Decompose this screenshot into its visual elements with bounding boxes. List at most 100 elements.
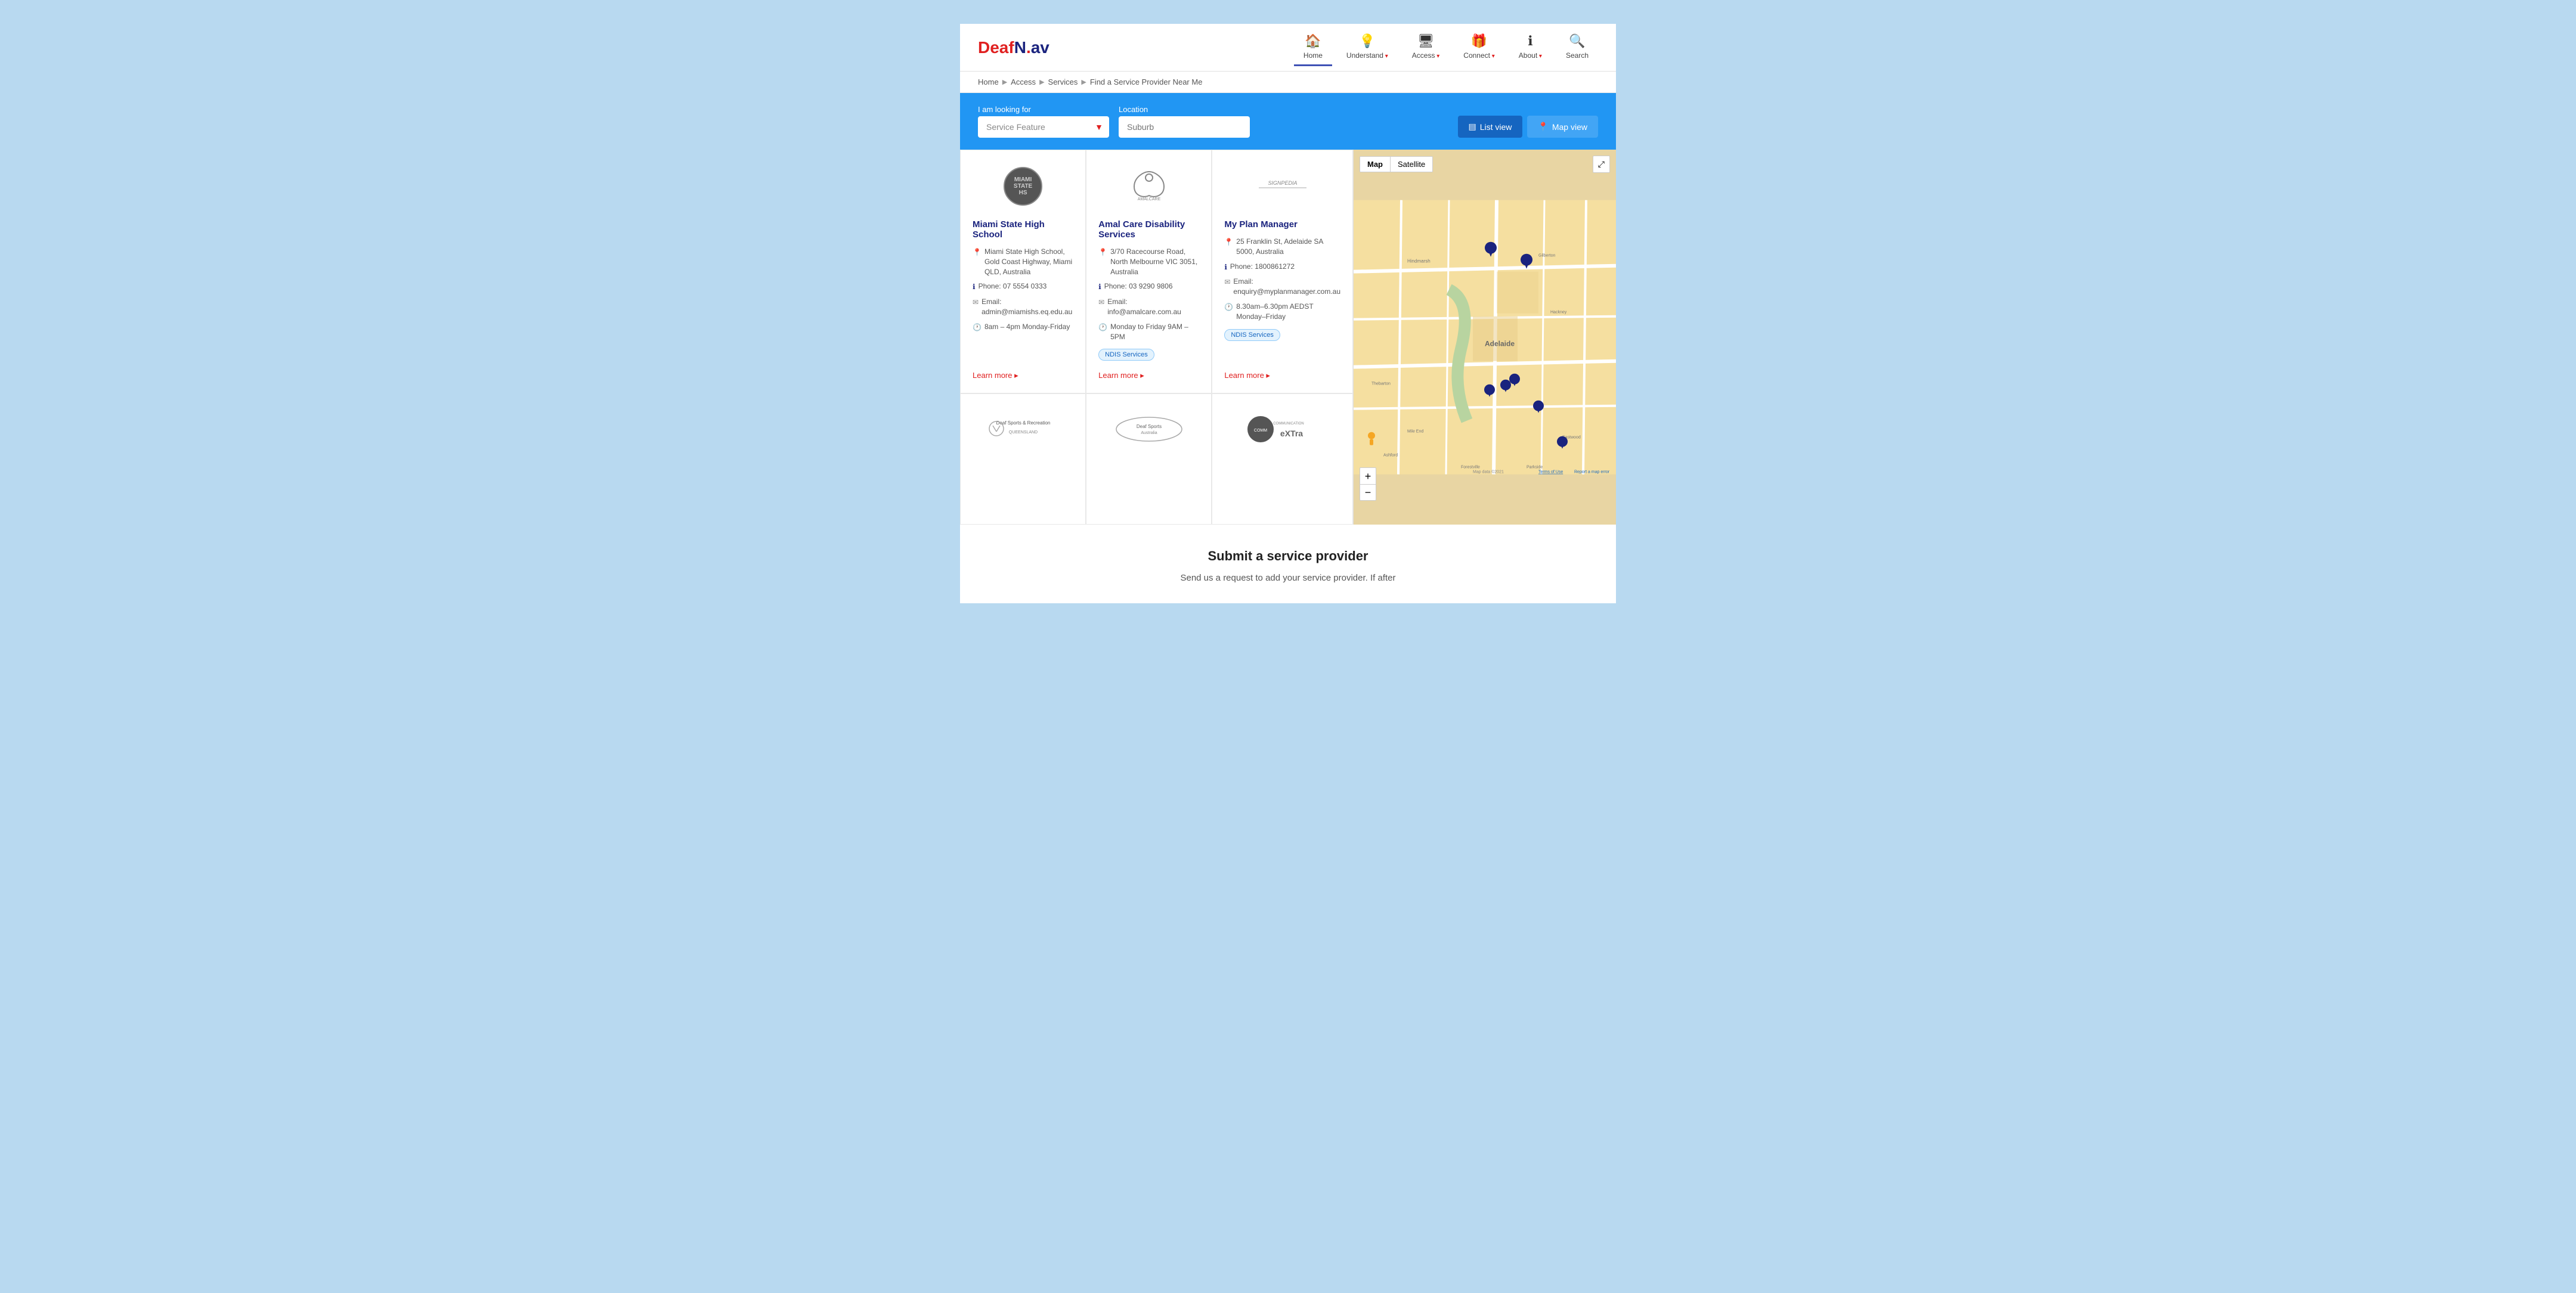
nav-item-about[interactable]: ℹ About [1509, 29, 1552, 66]
nav-label-access: Access [1412, 51, 1440, 60]
nav-item-understand[interactable]: 💡 Understand [1337, 29, 1398, 66]
main-nav: 🏠 Home 💡 Understand 🖥 Access 🎁 Connect ℹ… [1294, 29, 1598, 66]
provider-name-myplan: My Plan Manager [1224, 219, 1340, 230]
svg-text:Hindmarsh: Hindmarsh [1407, 259, 1431, 264]
map-inner: Adelaide Hindmarsh Gilberton Hackney The… [1354, 150, 1616, 525]
hours-icon-myplan: 🕐 [1224, 302, 1233, 312]
svg-text:Thebarton: Thebarton [1371, 382, 1391, 386]
svg-text:Deaf Sports & Recreation: Deaf Sports & Recreation [996, 420, 1050, 426]
nav-item-home[interactable]: 🏠 Home [1294, 29, 1332, 66]
map-zoom-controls: + − [1360, 467, 1376, 501]
breadcrumb: Home ▶ Access ▶ Services ▶ Find a Servic… [960, 72, 1616, 93]
service-feature-select[interactable]: Service Feature [978, 116, 1109, 138]
submit-description: Send us a request to add your service pr… [1109, 571, 1467, 585]
provider-tags-myplan: NDIS Services [1224, 327, 1340, 341]
amalcare-logo-img: AMALCARE DISABILITY SERVICES [1119, 166, 1179, 206]
svg-text:Report a map error: Report a map error [1574, 470, 1610, 475]
breadcrumb-access[interactable]: Access [1011, 77, 1036, 86]
nav-label-search: Search [1566, 51, 1589, 60]
provider-hours-myplan: 🕐 8.30am–6.30pm AEDST Monday–Friday [1224, 302, 1340, 322]
provider-address-amalcare: 📍 3/70 Racecourse Road, North Melbourne … [1098, 247, 1199, 277]
svg-text:AMALCARE: AMALCARE [1137, 197, 1160, 201]
provider-email-miami: ✉ Email: admin@miamishs.eq.edu.au [973, 297, 1073, 317]
provider-grid: MIAMISTATEHS Miami State High School 📍 M… [960, 150, 1354, 525]
map-zoom-out-button[interactable]: − [1360, 484, 1376, 501]
provider-logo-deafsports-qld: Deaf Sports & Recreation QUEENSLAND [973, 406, 1073, 454]
provider-card-comm-extra: COMM COMMUNICATION eXTra [1212, 393, 1353, 525]
provider-phone-miami: ℹ Phone: 07 5554 0333 [973, 281, 1073, 292]
breadcrumb-services[interactable]: Services [1048, 77, 1078, 86]
svg-text:Terms of Use: Terms of Use [1538, 470, 1563, 475]
location-icon-amalcare: 📍 [1098, 247, 1107, 258]
provider-logo-amalcare: AMALCARE DISABILITY SERVICES [1098, 162, 1199, 210]
provider-card-amalcare: AMALCARE DISABILITY SERVICES Amal Care D… [1086, 150, 1212, 393]
suburb-input[interactable] [1119, 116, 1250, 138]
svg-text:eXTra: eXTra [1280, 429, 1303, 438]
myplan-logo-img: SIGNPEDIA [1253, 170, 1312, 203]
provider-name-miami: Miami State High School [973, 219, 1073, 240]
logo-nav: N.av [1014, 38, 1049, 57]
location-icon-myplan: 📍 [1224, 237, 1233, 247]
list-view-button[interactable]: ▤ List view [1458, 116, 1523, 138]
nav-item-access[interactable]: 🖥 Access [1402, 29, 1450, 66]
access-icon: 🖥 [1417, 33, 1434, 49]
location-field: Location [1119, 105, 1250, 138]
provider-logo-myplan: SIGNPEDIA [1224, 162, 1340, 210]
map-type-buttons: Map Satellite [1360, 156, 1433, 172]
breadcrumb-sep-1: ▶ [1002, 78, 1007, 86]
map-zoom-in-button[interactable]: + [1360, 467, 1376, 484]
provider-phone-myplan: ℹ Phone: 1800861272 [1224, 262, 1340, 272]
submit-title: Submit a service provider [978, 548, 1598, 564]
map-controls-top: Map Satellite ⤢ [1360, 156, 1610, 173]
phone-icon-amalcare: ℹ [1098, 282, 1101, 292]
provider-address-text-myplan: 25 Franklin St, Adelaide SA 5000, Austra… [1236, 237, 1340, 257]
provider-address-text-miami: Miami State High School, Gold Coast High… [984, 247, 1073, 277]
breadcrumb-home[interactable]: Home [978, 77, 999, 86]
nav-item-search[interactable]: 🔍 Search [1556, 29, 1598, 66]
svg-text:Forestville: Forestville [1461, 466, 1480, 470]
provider-hours-miami: 🕐 8am – 4pm Monday-Friday [973, 322, 1073, 333]
svg-text:Australia: Australia [1141, 431, 1157, 435]
connect-icon: 🎁 [1471, 33, 1487, 49]
nav-item-connect[interactable]: 🎁 Connect [1454, 29, 1504, 66]
understand-icon: 💡 [1359, 33, 1375, 49]
provider-hours-amalcare: 🕐 Monday to Friday 9AM – 5PM [1098, 322, 1199, 342]
learn-more-amalcare[interactable]: Learn more ▸ [1098, 371, 1144, 380]
map-view-button[interactable]: 📍 Map view [1527, 116, 1598, 138]
service-feature-field: I am looking for Service Feature ▼ [978, 105, 1109, 138]
provider-email-text-myplan: Email: enquiry@myplanmanager.com.au [1233, 277, 1340, 297]
main-content: MIAMISTATEHS Miami State High School 📍 M… [960, 150, 1616, 525]
comm-extra-logo-img: COMM COMMUNICATION eXTra [1244, 411, 1321, 449]
svg-text:COMMUNICATION: COMMUNICATION [1273, 422, 1304, 426]
view-buttons: ▤ List view 📍 Map view [1458, 116, 1599, 138]
about-icon: ℹ [1528, 33, 1532, 49]
map-type-map-button[interactable]: Map [1360, 157, 1391, 172]
provider-address-text-amalcare: 3/70 Racecourse Road, North Melbourne VI… [1110, 247, 1199, 277]
map-type-satellite-button[interactable]: Satellite [1391, 157, 1432, 172]
logo-deaf: Deaf [978, 38, 1014, 57]
breadcrumb-sep-3: ▶ [1081, 78, 1086, 86]
provider-actions-amalcare: Learn more ▸ [1098, 365, 1199, 381]
map-svg: Adelaide Hindmarsh Gilberton Hackney The… [1354, 150, 1616, 525]
nav-label-home: Home [1304, 51, 1323, 60]
provider-hours-text-myplan: 8.30am–6.30pm AEDST Monday–Friday [1236, 302, 1340, 322]
svg-text:Hackney: Hackney [1550, 311, 1567, 315]
provider-logo-miami: MIAMISTATEHS [973, 162, 1073, 210]
provider-card-miami-state: MIAMISTATEHS Miami State High School 📍 M… [960, 150, 1086, 393]
learn-more-myplan[interactable]: Learn more ▸ [1224, 371, 1270, 380]
provider-card-deafsports-qld: Deaf Sports & Recreation QUEENSLAND [960, 393, 1086, 525]
svg-text:Mile End: Mile End [1407, 430, 1423, 434]
svg-text:Adelaide: Adelaide [1485, 340, 1515, 348]
email-icon-myplan: ✉ [1224, 277, 1230, 287]
map-view-label: Map view [1552, 122, 1587, 132]
svg-text:Map data ©2021: Map data ©2021 [1473, 470, 1504, 475]
provider-actions-myplan: Learn more ▸ [1224, 365, 1340, 381]
provider-email-myplan: ✉ Email: enquiry@myplanmanager.com.au [1224, 277, 1340, 297]
map-expand-button[interactable]: ⤢ [1593, 156, 1610, 173]
svg-text:QUEENSLAND: QUEENSLAND [1008, 430, 1037, 435]
phone-icon-miami: ℹ [973, 282, 976, 292]
service-feature-label: I am looking for [978, 105, 1109, 114]
site-logo[interactable]: DeafN.av [978, 38, 1049, 57]
learn-more-miami[interactable]: Learn more ▸ [973, 371, 1018, 380]
nav-label-connect: Connect [1463, 51, 1495, 60]
